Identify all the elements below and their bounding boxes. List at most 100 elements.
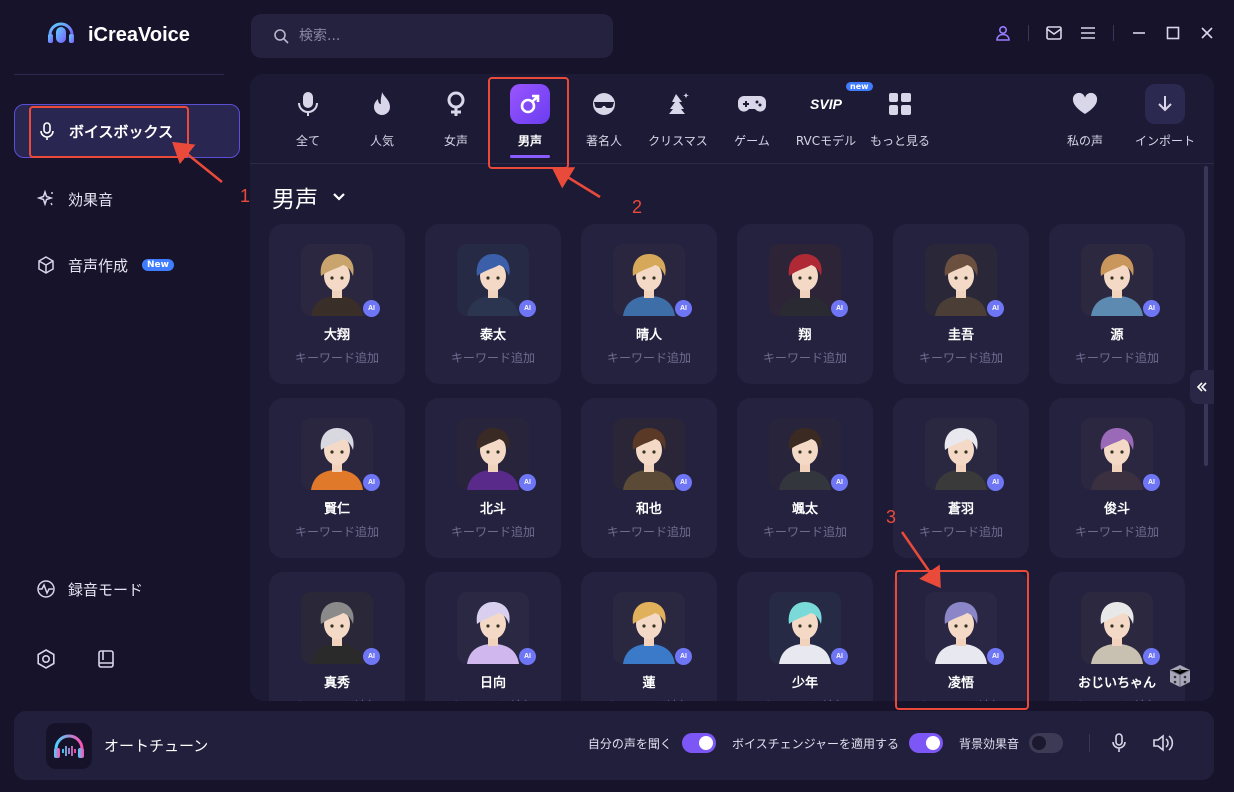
apply-voice-changer-switch[interactable] [908, 733, 943, 753]
minimize-icon [1133, 32, 1145, 34]
voice-card[interactable]: AI 真秀キーワード追加 [269, 572, 405, 701]
sparkle-icon [36, 189, 54, 207]
add-keyword-link[interactable]: キーワード追加 [1049, 349, 1185, 366]
add-keyword-link[interactable]: キーワード追加 [425, 349, 561, 366]
ai-badge: AI [987, 474, 1004, 491]
sidebar-item-sound-effects[interactable]: 効果音 [14, 172, 240, 226]
tab-christmas[interactable]: クリスマス [641, 84, 715, 149]
add-keyword-link[interactable]: キーワード追加 [893, 349, 1029, 366]
avatar [1081, 244, 1153, 316]
voice-card[interactable]: AI おじいちゃんキーワード追加 [1049, 572, 1185, 701]
add-keyword-link[interactable]: キーワード追加 [1049, 523, 1185, 540]
scrollbar[interactable] [1204, 166, 1208, 466]
mail-icon [1046, 26, 1062, 40]
annotation-box-male-tab [488, 77, 569, 169]
collapse-panel-button[interactable] [1190, 370, 1214, 404]
avatar [769, 592, 841, 664]
voice-card[interactable]: AI 少年キーワード追加 [737, 572, 873, 701]
random-dice-icon[interactable] [1166, 662, 1194, 690]
voice-card[interactable]: AI 和也 キーワード追加 [581, 398, 717, 558]
section-header[interactable]: 男声 [272, 180, 346, 214]
settings-button[interactable] [32, 645, 60, 673]
tab-popular[interactable]: 人気 [345, 84, 419, 149]
tab-label: インポート [1134, 134, 1195, 148]
tab-rvc-model[interactable]: SVIP new RVCモデル [789, 82, 873, 149]
add-keyword-link[interactable]: キーワード追加 [269, 523, 405, 540]
voice-card[interactable]: AI 晴人 キーワード追加 [581, 224, 717, 384]
book-icon [98, 650, 114, 668]
voice-name: 少年 [791, 676, 818, 691]
tab-label: 全て [295, 134, 320, 148]
user-icon [996, 25, 1010, 41]
voice-card[interactable]: AI 北斗 キーワード追加 [425, 398, 561, 558]
voice-name: 蓮 [642, 676, 656, 691]
annotation-box-voice-card [895, 570, 1029, 710]
add-keyword-link[interactable]: キーワード追加 [581, 349, 717, 366]
voice-card[interactable]: AI 賢仁 キーワード追加 [269, 398, 405, 558]
voice-name: おじいちゃん [1077, 676, 1156, 691]
add-keyword-link[interactable]: キーワード追加 [269, 697, 405, 701]
tab-import[interactable]: インポート [1128, 84, 1202, 149]
voice-card[interactable]: AI 源キーワード追加 [1049, 224, 1185, 384]
add-keyword-link[interactable]: キーワード追加 [269, 349, 405, 366]
voice-card[interactable]: AI 蓮キーワード追加 [581, 572, 717, 701]
christmas-tree-icon [669, 93, 689, 114]
voice-card[interactable]: AI 大翔 キーワード追加 [269, 224, 405, 384]
search-bar[interactable] [251, 14, 613, 58]
microphone-icon[interactable] [1110, 733, 1128, 753]
voice-card[interactable]: AI 蒼羽 キーワード追加 [893, 398, 1029, 558]
voice-card[interactable]: AI 颯太 キーワード追加 [737, 398, 873, 558]
voice-name: 和也 [635, 502, 662, 517]
guide-button[interactable] [92, 645, 120, 673]
minimize-button[interactable] [1130, 24, 1148, 42]
voice-card[interactable]: AI 圭吾 キーワード追加 [893, 224, 1029, 384]
maximize-button[interactable] [1164, 24, 1182, 42]
add-keyword-link[interactable]: キーワード追加 [737, 697, 873, 701]
speaker-icon[interactable] [1152, 734, 1174, 752]
tab-all[interactable]: 全て [271, 84, 345, 149]
background-sound-switch[interactable] [1029, 733, 1063, 753]
tab-celebrity[interactable]: 著名人 [567, 84, 641, 149]
toggle-label: 背景効果音 [958, 736, 1019, 751]
sidebar-item-voice-creation[interactable]: 音声作成 New [14, 238, 240, 292]
cube-icon [38, 256, 54, 274]
voice-card[interactable]: AI 俊斗 キーワード追加 [1049, 398, 1185, 558]
menu-button[interactable] [1079, 24, 1097, 42]
autotune-button[interactable] [46, 723, 92, 769]
add-keyword-link[interactable]: キーワード追加 [893, 523, 1029, 540]
avatar [1081, 418, 1153, 490]
ai-badge: AI [675, 300, 692, 317]
tab-female[interactable]: 女声 [419, 84, 493, 149]
add-keyword-link[interactable]: キーワード追加 [425, 697, 561, 701]
voice-card[interactable]: AI 日向キーワード追加 [425, 572, 561, 701]
close-button[interactable] [1198, 24, 1216, 42]
hear-myself-switch[interactable] [681, 733, 716, 753]
add-keyword-link[interactable]: キーワード追加 [425, 523, 561, 540]
sidebar-item-label: 音声作成 [68, 256, 129, 275]
autotune-label: オートチューン [104, 737, 209, 755]
sidebar-divider [14, 74, 224, 75]
voice-card[interactable]: AI 泰太 キーワード追加 [425, 224, 561, 384]
waveform-icon [37, 580, 55, 598]
voice-card[interactable]: AI 翔キーワード追加 [737, 224, 873, 384]
add-keyword-link[interactable]: キーワード追加 [581, 697, 717, 701]
tab-more[interactable]: もっと見る [863, 84, 937, 149]
tab-my-voice[interactable]: 私の声 [1048, 84, 1122, 149]
account-button[interactable] [994, 24, 1012, 42]
main-panel: 全て 人気 女声 男声 著名人 クリスマス ゲーム SVIP new RVCモデ… [250, 74, 1214, 701]
tab-game[interactable]: ゲーム [715, 84, 789, 149]
sidebar-item-recording-mode[interactable]: 録音モード [14, 562, 240, 616]
voice-name: 大翔 [323, 328, 350, 343]
add-keyword-link[interactable]: キーワード追加 [1049, 697, 1185, 701]
add-keyword-link[interactable]: キーワード追加 [737, 523, 873, 540]
mail-button[interactable] [1045, 24, 1063, 42]
add-keyword-link[interactable]: キーワード追加 [581, 523, 717, 540]
ai-badge: AI [1143, 300, 1160, 317]
bottom-bar: オートチューン 自分の声を聞く ボイスチェンジャーを適用する 背景効果音 [14, 711, 1214, 780]
annotation-box-voicebox [29, 106, 189, 158]
divider [1089, 734, 1090, 752]
tab-label: もっと見る [869, 134, 930, 148]
search-input[interactable] [299, 28, 599, 44]
avatar [301, 418, 373, 490]
add-keyword-link[interactable]: キーワード追加 [737, 349, 873, 366]
